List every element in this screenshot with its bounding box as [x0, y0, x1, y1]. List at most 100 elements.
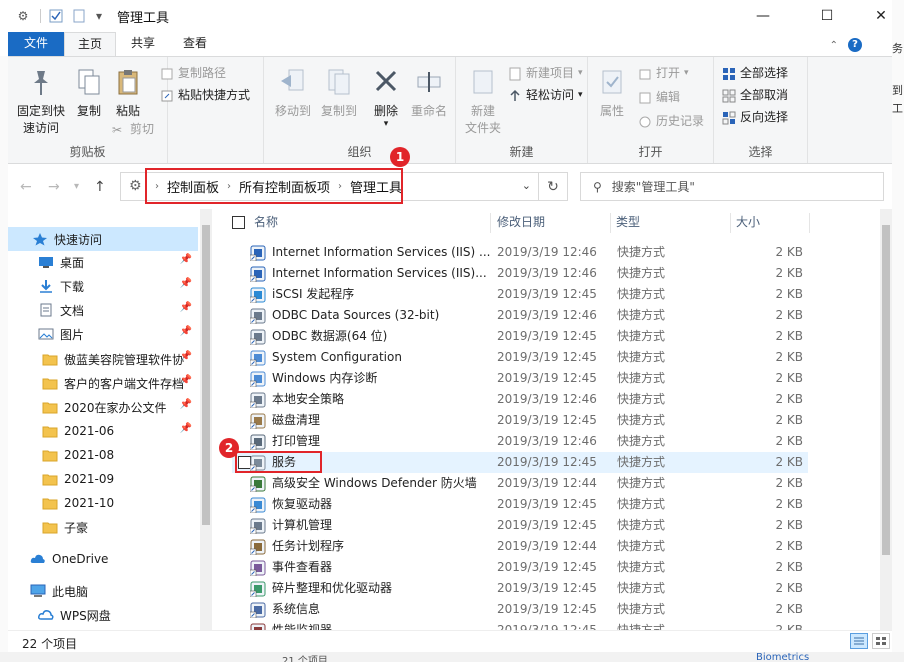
invert-selection-button[interactable]: 反向选择 — [722, 107, 788, 128]
file-row[interactable]: 系统信息 2019/3/19 12:45 快捷方式 2 KB — [232, 599, 808, 620]
file-row[interactable]: 性能监视器 2019/3/19 12:45 快捷方式 2 KB — [232, 620, 808, 630]
history-button[interactable]: 历史记录 — [638, 111, 704, 132]
navigation-pane: 快速访问 桌面 📌 下载 📌 文档 📌 图片 📌 傲蓝美容院管理软件协 📌 客户的客户端文件存档 📌 20… — [8, 209, 212, 630]
file-row[interactable]: 磁盘清理 2019/3/19 12:45 快捷方式 2 KB — [232, 410, 808, 431]
file-size: 2 KB — [775, 602, 803, 616]
properties-button[interactable]: 属性 — [592, 65, 632, 120]
nav-item[interactable]: 文档 📌 — [8, 298, 198, 322]
cut-button[interactable]: ✂ 剪切 — [112, 119, 154, 140]
back-arrow-icon[interactable]: ← — [20, 179, 32, 195]
select-all-checkbox[interactable] — [232, 216, 245, 229]
file-type: 快捷方式 — [617, 455, 666, 469]
file-row[interactable]: 事件查看器 2019/3/19 12:45 快捷方式 2 KB — [232, 557, 808, 578]
help-icon[interactable]: ? — [848, 38, 862, 52]
file-type: 快捷方式 — [617, 623, 666, 630]
file-row[interactable]: System Configuration 2019/3/19 12:45 快捷方式 2… — [232, 347, 808, 368]
rename-button[interactable]: 重命名 — [408, 65, 450, 120]
forward-arrow-icon[interactable]: → — [48, 179, 60, 195]
nav-scrollbar[interactable] — [200, 209, 212, 630]
edit-button[interactable]: 编辑 — [638, 87, 680, 108]
nav-item[interactable]: 桌面 📌 — [8, 250, 198, 274]
file-row[interactable]: 高级安全 Windows Defender 防火墙 2019/3/19 12:44… — [232, 473, 808, 494]
column-header-type[interactable]: 类型 — [616, 209, 640, 235]
quick-access-dropdown-icon[interactable]: ▾ — [90, 7, 108, 25]
search-input[interactable]: ⚲ 搜索"管理工具" — [580, 172, 884, 201]
pin-icon: 📌 — [179, 423, 192, 434]
tab-share[interactable]: 共享 — [120, 32, 166, 57]
nav-item[interactable]: 2021-09 — [8, 467, 198, 491]
title-bar: ⚙ ▾ 管理工具 — ☐ ✕ — [0, 0, 904, 32]
copy-button[interactable]: 复制 — [70, 65, 108, 120]
select-all-button[interactable]: 全部选择 — [722, 63, 788, 84]
nav-item[interactable]: 此电脑 — [8, 579, 198, 603]
new-item-button[interactable]: 新建项目 ▾ — [508, 63, 583, 84]
maximize-button[interactable]: ☐ — [804, 0, 850, 32]
column-separator[interactable] — [730, 213, 731, 233]
file-row[interactable]: 碎片整理和优化驱动器 2019/3/19 12:45 快捷方式 2 KB — [232, 578, 808, 599]
file-row[interactable]: Internet Information Services (IIS) ... 2… — [232, 242, 808, 263]
tab-view[interactable]: 查看 — [172, 32, 218, 57]
nav-item[interactable]: 下载 📌 — [8, 274, 198, 298]
column-header-date[interactable]: 修改日期 — [497, 209, 545, 235]
nav-item[interactable]: 客户的客户端文件存档 📌 — [8, 371, 198, 395]
collapse-ribbon-chevron-icon[interactable]: ⌃ — [830, 40, 838, 51]
nav-item[interactable]: 图片 📌 — [8, 322, 198, 346]
paste-icon — [112, 65, 144, 99]
recent-locations-chevron-icon[interactable]: ▾ — [74, 181, 79, 192]
nav-item-label: 子豪 — [64, 520, 89, 535]
nav-item[interactable]: 2021-10 — [8, 491, 198, 515]
nav-item[interactable]: 2020在家办公文件 📌 — [8, 395, 198, 419]
minimize-button[interactable]: — — [740, 0, 786, 32]
nav-item[interactable]: OneDrive — [8, 547, 198, 571]
nav-item[interactable]: 2021-08 — [8, 443, 198, 467]
file-type: 快捷方式 — [617, 602, 666, 616]
easy-access-button[interactable]: 轻松访问 ▾ — [508, 85, 583, 106]
file-row[interactable]: Internet Information Services (IIS)... 20… — [232, 263, 808, 284]
column-separator[interactable] — [490, 213, 491, 233]
nav-item[interactable]: 快速访问 — [8, 227, 198, 251]
nav-item[interactable]: 2021-06 📌 — [8, 419, 198, 443]
file-row[interactable]: 打印管理 2019/3/19 12:46 快捷方式 2 KB — [232, 431, 808, 452]
quick-access-checkbox-icon[interactable] — [47, 7, 65, 25]
file-name: 系统信息 — [272, 602, 321, 616]
quick-access-new-folder-icon[interactable] — [70, 7, 88, 25]
column-header-name[interactable]: 名称 — [254, 209, 278, 235]
open-button[interactable]: 打开 ▾ — [638, 63, 689, 84]
refresh-button[interactable]: ↻ — [538, 172, 568, 201]
file-list-scrollbar-thumb[interactable] — [882, 225, 890, 555]
tab-home[interactable]: 主页 — [64, 32, 116, 57]
file-row[interactable]: 计算机管理 2019/3/19 12:45 快捷方式 2 KB — [232, 515, 808, 536]
address-history-chevron-icon[interactable]: ⌄ — [522, 179, 531, 192]
file-name: 打印管理 — [272, 434, 321, 448]
file-row[interactable]: ODBC Data Sources (32-bit) 2019/3/19 12:4… — [232, 305, 808, 326]
tab-file[interactable]: 文件 — [8, 32, 64, 57]
up-arrow-icon[interactable]: ↑ — [94, 179, 106, 195]
file-name: ODBC Data Sources (32-bit) — [272, 308, 440, 322]
nav-item[interactable]: 傲蓝美容院管理软件协 📌 — [8, 347, 198, 371]
file-row[interactable]: iSCSI 发起程序 2019/3/19 12:45 快捷方式 2 KB — [232, 284, 808, 305]
delete-button[interactable]: 删除 ▾ — [366, 65, 406, 129]
move-to-button[interactable]: 移动到 — [270, 65, 316, 120]
column-separator[interactable] — [610, 213, 611, 233]
column-header-size[interactable]: 大小 — [736, 209, 760, 235]
column-separator[interactable] — [809, 213, 810, 233]
nav-item[interactable]: 子豪 — [8, 515, 198, 539]
paste-button[interactable]: 粘贴 — [110, 65, 146, 120]
file-row[interactable]: ODBC 数据源(64 位) 2019/3/19 12:45 快捷方式 2 KB — [232, 326, 808, 347]
folder-icon — [42, 520, 58, 534]
new-folder-button[interactable]: 新建 文件夹 — [460, 65, 506, 137]
copy-to-button[interactable]: 复制到 — [316, 65, 362, 120]
file-row[interactable]: 本地安全策略 2019/3/19 12:46 快捷方式 2 KB — [232, 389, 808, 410]
details-view-icon[interactable] — [850, 633, 868, 649]
large-icons-view-icon[interactable] — [872, 633, 890, 649]
file-list-scrollbar[interactable] — [880, 209, 892, 630]
delete-dropdown-icon[interactable]: ▾ — [366, 120, 406, 129]
select-none-button[interactable]: 全部取消 — [722, 85, 788, 106]
file-row[interactable]: 恢复驱动器 2019/3/19 12:45 快捷方式 2 KB — [232, 494, 808, 515]
pin-quick-access-button[interactable]: 固定到快 速访问 — [14, 65, 68, 137]
file-row[interactable]: Windows 内存诊断 2019/3/19 12:45 快捷方式 2 KB — [232, 368, 808, 389]
properties-gear-icon[interactable]: ⚙ — [14, 7, 32, 25]
file-row[interactable]: 任务计划程序 2019/3/19 12:44 快捷方式 2 KB — [232, 536, 808, 557]
nav-scrollbar-thumb[interactable] — [202, 225, 210, 525]
nav-item[interactable]: WPS网盘 — [8, 603, 198, 627]
